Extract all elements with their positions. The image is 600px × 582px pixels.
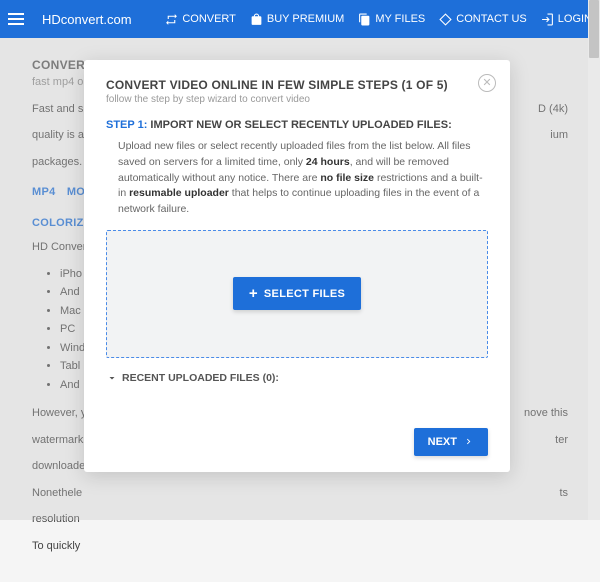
convert-wizard-modal: ✕ CONVERT VIDEO ONLINE IN FEW SIMPLE STE…: [84, 60, 510, 472]
nav-buy-label: BUY PREMIUM: [267, 13, 344, 25]
swap-icon: [165, 13, 178, 26]
next-label: NEXT: [428, 436, 457, 448]
modal-title: CONVERT VIDEO ONLINE IN FEW SIMPLE STEPS…: [106, 78, 488, 92]
nav-contact-label: CONTACT US: [456, 13, 527, 25]
select-files-label: SELECT FILES: [264, 288, 345, 300]
scrollbar-thumb[interactable]: [589, 0, 599, 58]
nav-convert[interactable]: CONVERT: [165, 13, 236, 26]
step-description: Upload new files or select recently uplo…: [118, 139, 488, 218]
recent-files-toggle[interactable]: RECENT UPLOADED FILES (0):: [106, 372, 488, 384]
close-icon[interactable]: ✕: [478, 74, 496, 92]
app-header: HDconvert.com CONVERT BUY PREMIUM MY FIL…: [0, 0, 600, 38]
chevron-right-icon: [463, 436, 474, 447]
nav-buy-premium[interactable]: BUY PREMIUM: [250, 13, 344, 26]
select-files-button[interactable]: + SELECT FILES: [233, 277, 361, 310]
bag-icon: [250, 13, 263, 26]
step-heading: STEP 1: IMPORT NEW OR SELECT RECENTLY UP…: [106, 119, 488, 131]
hamburger-menu-icon[interactable]: [8, 7, 32, 31]
login-icon: [541, 13, 554, 26]
nav-contact[interactable]: CONTACT US: [439, 13, 527, 26]
modal-subtitle: follow the step by step wizard to conver…: [106, 94, 488, 105]
top-nav: CONVERT BUY PREMIUM MY FILES CONTACT US …: [165, 13, 592, 26]
diamond-icon: [439, 13, 452, 26]
plus-icon: +: [249, 286, 258, 301]
recent-files-label: RECENT UPLOADED FILES (0):: [122, 372, 279, 384]
step-title: IMPORT NEW OR SELECT RECENTLY UPLOADED F…: [147, 119, 451, 131]
page-scrollbar[interactable]: [588, 0, 600, 520]
nav-files-label: MY FILES: [375, 13, 425, 25]
step-number: STEP 1:: [106, 119, 147, 131]
nav-my-files[interactable]: MY FILES: [358, 13, 425, 26]
brand-title[interactable]: HDconvert.com: [42, 12, 132, 27]
nav-login[interactable]: LOGIN: [541, 13, 592, 26]
file-dropzone[interactable]: + SELECT FILES: [106, 230, 488, 358]
next-button[interactable]: NEXT: [414, 428, 488, 456]
nav-login-label: LOGIN: [558, 13, 592, 25]
files-icon: [358, 13, 371, 26]
nav-convert-label: CONVERT: [182, 13, 236, 25]
modal-footer: NEXT: [106, 428, 488, 456]
chevron-down-icon: [106, 372, 118, 384]
